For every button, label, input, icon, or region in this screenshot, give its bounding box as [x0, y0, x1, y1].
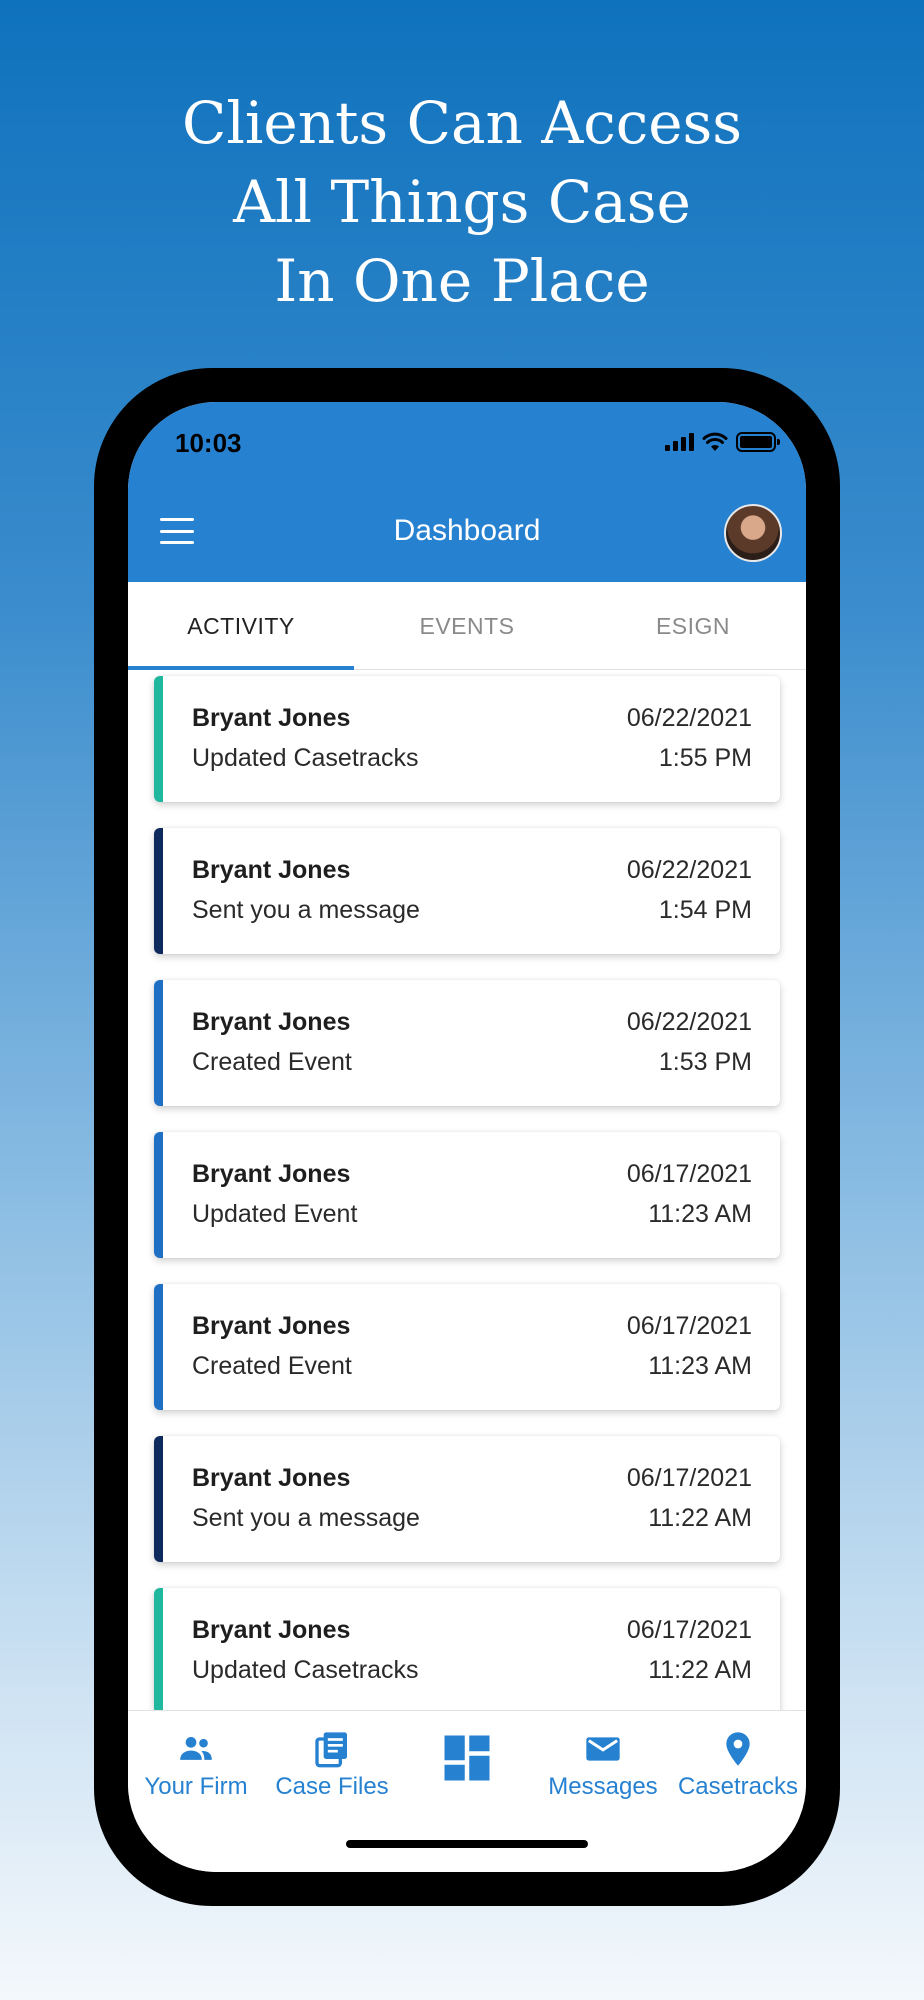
- dashboard-grid-icon: [444, 1735, 490, 1781]
- activity-action: Created Event: [192, 1352, 352, 1380]
- nav-case-files[interactable]: Case Files: [264, 1729, 400, 1801]
- nav-label: Case Files: [275, 1773, 389, 1800]
- marketing-headline: Clients Can Access All Things Case In On…: [0, 84, 924, 321]
- document-stack-icon: [315, 1732, 347, 1768]
- activity-card[interactable]: Bryant Jones Updated Event 06/17/2021 11…: [154, 1132, 780, 1258]
- card-accent: [154, 1436, 163, 1562]
- nav-label: Messages: [548, 1773, 658, 1800]
- activity-time: 11:23 AM: [648, 1200, 752, 1228]
- tab-esign[interactable]: ESIGN: [580, 582, 806, 670]
- battery-icon: [736, 432, 780, 452]
- tab-events[interactable]: EVENTS: [354, 582, 580, 670]
- activity-card[interactable]: Bryant Jones Sent you a message 06/22/20…: [154, 828, 780, 954]
- activity-action: Created Event: [192, 1048, 352, 1076]
- activity-author: Bryant Jones: [192, 704, 351, 732]
- activity-action: Updated Event: [192, 1200, 358, 1228]
- activity-card[interactable]: Bryant Jones Created Event 06/22/2021 1:…: [154, 980, 780, 1106]
- activity-card[interactable]: Bryant Jones Created Event 06/17/2021 11…: [154, 1284, 780, 1410]
- activity-author: Bryant Jones: [192, 1616, 351, 1644]
- envelope-icon: [586, 1737, 620, 1761]
- nav-your-firm[interactable]: Your Firm: [128, 1729, 264, 1801]
- status-time: 10:03: [175, 428, 242, 458]
- app-bar: 10:03 Dashboard: [128, 402, 806, 582]
- cellular-signal-icon: [665, 433, 694, 451]
- tab-activity[interactable]: ACTIVITY: [128, 582, 354, 670]
- activity-date: 06/17/2021: [626, 1160, 752, 1188]
- card-accent: [154, 980, 163, 1106]
- activity-time: 1:54 PM: [658, 896, 752, 924]
- activity-author: Bryant Jones: [192, 856, 351, 884]
- activity-time: 11:23 AM: [648, 1352, 752, 1380]
- headline-line-3: In One Place: [274, 247, 650, 315]
- headline-line-1: Clients Can Access: [181, 89, 743, 157]
- tab-bar: ACTIVITY EVENTS ESIGN: [128, 582, 806, 670]
- map-pin-icon: [726, 1732, 750, 1766]
- activity-time: 1:55 PM: [658, 744, 752, 772]
- activity-time: 11:22 AM: [648, 1656, 752, 1684]
- activity-author: Bryant Jones: [192, 1160, 351, 1188]
- card-accent: [154, 828, 163, 954]
- nav-dashboard[interactable]: [399, 1731, 535, 1789]
- activity-action: Updated Casetracks: [192, 1656, 419, 1684]
- activity-author: Bryant Jones: [192, 1464, 351, 1492]
- phone-screen: 10:03 Dashboard ACTIVITY EVENTS ESIGN Br…: [128, 402, 806, 1872]
- wifi-icon: [702, 432, 728, 451]
- activity-time: 11:22 AM: [648, 1504, 752, 1532]
- activity-action: Updated Casetracks: [192, 744, 419, 772]
- activity-date: 06/22/2021: [626, 704, 752, 732]
- home-indicator[interactable]: [346, 1840, 588, 1848]
- avatar[interactable]: [724, 504, 782, 562]
- people-icon: [180, 1737, 212, 1760]
- card-accent: [154, 1132, 163, 1258]
- activity-author: Bryant Jones: [192, 1008, 351, 1036]
- activity-author: Bryant Jones: [192, 1312, 351, 1340]
- card-accent: [154, 676, 163, 802]
- activity-date: 06/22/2021: [626, 1008, 752, 1036]
- activity-card[interactable]: Bryant Jones Sent you a message 06/17/20…: [154, 1436, 780, 1562]
- activity-card[interactable]: Bryant Jones Updated Casetracks 06/17/20…: [154, 1588, 780, 1710]
- activity-action: Sent you a message: [192, 896, 420, 924]
- activity-date: 06/17/2021: [626, 1312, 752, 1340]
- headline-line-2: All Things Case: [233, 168, 691, 236]
- status-icons: [665, 432, 780, 452]
- nav-casetracks[interactable]: Casetracks: [670, 1729, 806, 1801]
- phone-frame: 10:03 Dashboard ACTIVITY EVENTS ESIGN Br…: [94, 368, 840, 1906]
- nav-label: Your Firm: [144, 1773, 248, 1800]
- nav-label: Casetracks: [677, 1773, 799, 1800]
- activity-date: 06/17/2021: [626, 1616, 752, 1644]
- activity-feed[interactable]: Bryant Jones Updated Casetracks 06/22/20…: [128, 670, 806, 1710]
- activity-action: Sent you a message: [192, 1504, 420, 1532]
- activity-card[interactable]: Bryant Jones Updated Casetracks 06/22/20…: [154, 676, 780, 802]
- activity-date: 06/22/2021: [626, 856, 752, 884]
- activity-date: 06/17/2021: [626, 1464, 752, 1492]
- page-title: Dashboard: [393, 514, 541, 547]
- card-accent: [154, 1284, 163, 1410]
- nav-messages[interactable]: Messages: [535, 1729, 671, 1801]
- activity-time: 1:53 PM: [658, 1048, 752, 1076]
- card-accent: [154, 1588, 163, 1710]
